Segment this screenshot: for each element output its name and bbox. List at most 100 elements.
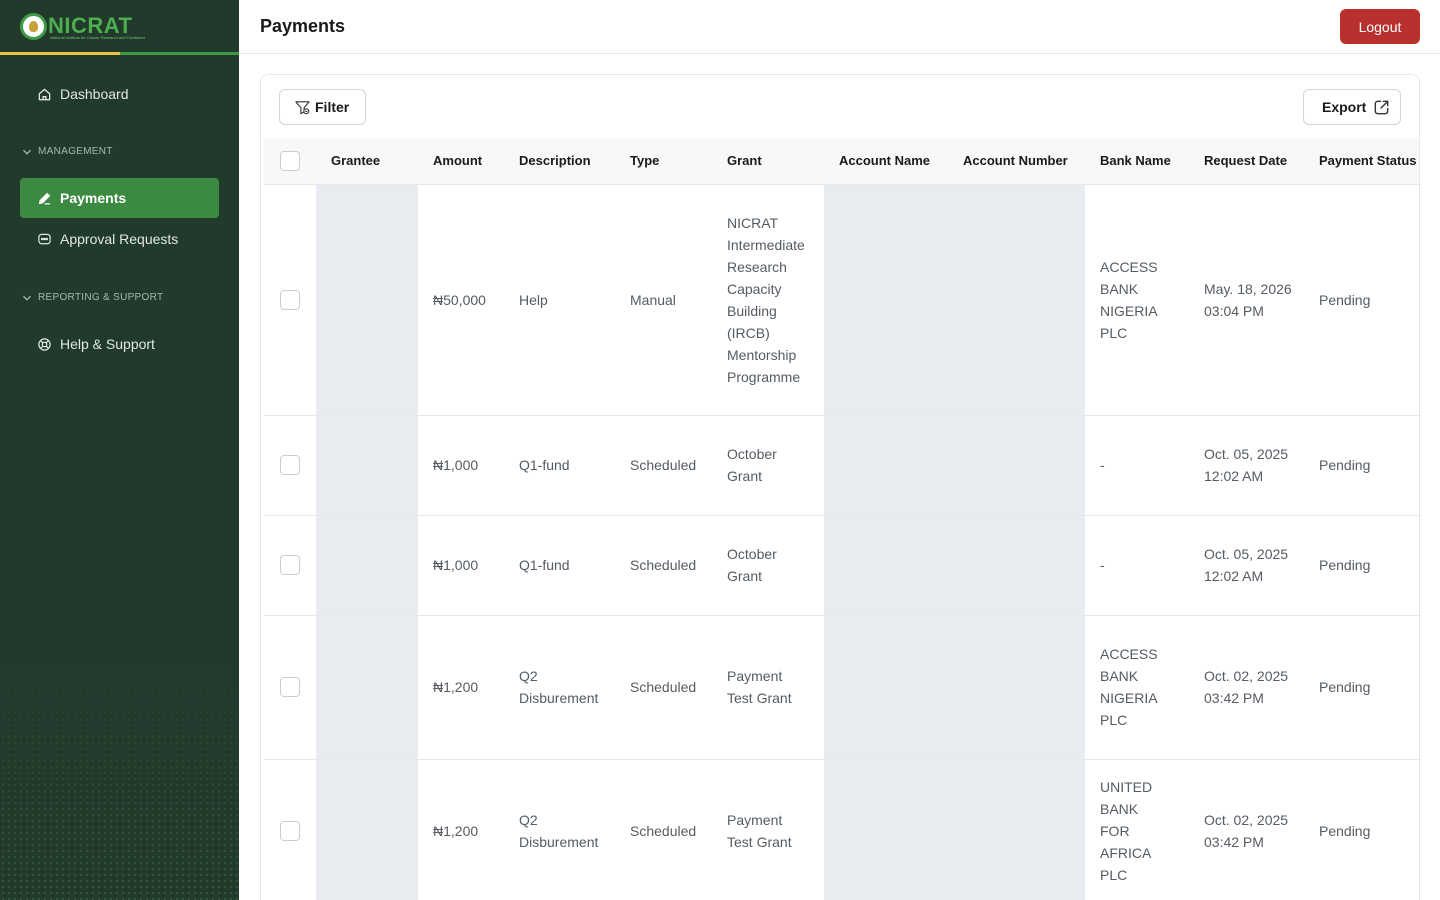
row-checkbox[interactable] bbox=[280, 455, 300, 475]
account-name-cell bbox=[824, 415, 948, 516]
row-select-cell bbox=[263, 415, 316, 516]
grant-cell: Payment Test Grant bbox=[712, 615, 824, 760]
request-date-cell: Oct. 02, 2025 03:42 PM bbox=[1189, 615, 1304, 760]
sidebar-item-label: Dashboard bbox=[60, 86, 129, 102]
payment-status-cell: Pending bbox=[1304, 184, 1419, 416]
select-all-checkbox[interactable] bbox=[280, 150, 300, 171]
amount-cell: ₦1,200 bbox=[418, 759, 504, 900]
description-cell: Q2 Disburement bbox=[504, 759, 615, 900]
grantee-cell bbox=[316, 184, 418, 416]
grant-cell: October Grant bbox=[712, 515, 824, 616]
row-checkbox[interactable] bbox=[280, 555, 300, 575]
description-cell: Q1-fund bbox=[504, 515, 615, 616]
column-header[interactable]: Bank Name bbox=[1085, 138, 1189, 185]
account-number-cell bbox=[948, 184, 1085, 416]
account-name-cell bbox=[824, 184, 948, 416]
type-cell: Scheduled bbox=[615, 615, 712, 760]
row-select-cell bbox=[263, 515, 316, 616]
logo-emblem-icon bbox=[20, 13, 47, 40]
sidebar-item-label: Payments bbox=[60, 190, 127, 206]
description-cell: Q2 Disburement bbox=[504, 615, 615, 760]
payment-status-cell: Pending bbox=[1304, 415, 1419, 516]
type-cell: Scheduled bbox=[615, 759, 712, 900]
sidebar-item-label: Approval Requests bbox=[60, 231, 179, 247]
chevron-down-icon bbox=[22, 147, 32, 157]
sidebar-item-approval-requests[interactable]: Approval Requests bbox=[20, 219, 219, 259]
amount-cell: ₦1,000 bbox=[418, 515, 504, 616]
sidebar-item-dashboard[interactable]: Dashboard bbox=[20, 74, 219, 114]
table-row[interactable]: ₦1,200 Q2 Disburement Scheduled Payment … bbox=[263, 759, 1419, 900]
filter-label: Filter bbox=[315, 99, 350, 115]
column-header[interactable]: Grantee bbox=[316, 138, 418, 185]
bank-name-cell: ACCESS BANK NIGERIA PLC bbox=[1085, 615, 1189, 760]
request-date-cell: Oct. 02, 2025 03:42 PM bbox=[1189, 759, 1304, 900]
column-header[interactable]: Grant bbox=[712, 138, 824, 185]
home-icon bbox=[36, 86, 52, 102]
row-select-cell bbox=[263, 759, 316, 900]
section-label: MANAGEMENT bbox=[38, 146, 113, 157]
payment-status-cell: Pending bbox=[1304, 615, 1419, 760]
logout-button[interactable]: Logout bbox=[1340, 9, 1420, 44]
table-row[interactable]: ₦50,000 Help Manual NICRAT Intermediate … bbox=[263, 184, 1419, 416]
table-row[interactable]: ₦1,000 Q1-fund Scheduled October Grant -… bbox=[263, 415, 1419, 516]
grantee-cell bbox=[316, 415, 418, 516]
account-number-cell bbox=[948, 515, 1085, 616]
description-cell: Help bbox=[504, 184, 615, 416]
payments-table: Grantee Amount Description Type Grant Ac… bbox=[263, 138, 1419, 900]
bank-name-cell: - bbox=[1085, 515, 1189, 616]
external-link-icon bbox=[1372, 98, 1391, 117]
sidebar-item-label: Help & Support bbox=[60, 336, 155, 352]
type-cell: Scheduled bbox=[615, 415, 712, 516]
amount-cell: ₦50,000 bbox=[418, 184, 504, 416]
grant-cell: October Grant bbox=[712, 415, 824, 516]
page-title: Payments bbox=[260, 16, 346, 36]
column-header[interactable]: Description bbox=[504, 138, 615, 185]
chevron-down-icon bbox=[22, 293, 32, 303]
request-date-cell: Oct. 05, 2025 12:02 AM bbox=[1189, 415, 1304, 516]
row-checkbox[interactable] bbox=[280, 289, 300, 310]
column-header[interactable]: Type bbox=[615, 138, 712, 185]
chat-icon bbox=[36, 231, 52, 247]
column-header[interactable]: Request Date bbox=[1189, 138, 1304, 185]
sidebar-item-payments[interactable]: Payments bbox=[20, 178, 219, 218]
column-header[interactable]: Account Name bbox=[824, 138, 948, 185]
row-checkbox[interactable] bbox=[280, 677, 300, 697]
logo-subtitle: National Institute for Cancer Research a… bbox=[50, 35, 145, 40]
type-cell: Manual bbox=[615, 184, 712, 416]
section-reporting-support[interactable]: REPORTING & SUPPORT bbox=[22, 292, 163, 303]
table-row[interactable]: ₦1,200 Q2 Disburement Scheduled Payment … bbox=[263, 615, 1419, 760]
amount-cell: ₦1,200 bbox=[418, 615, 504, 760]
filter-icon bbox=[294, 99, 311, 116]
sidebar-dot-pattern bbox=[0, 650, 239, 900]
filter-button[interactable]: Filter bbox=[279, 89, 366, 125]
payments-table-wrapper: Grantee Amount Description Type Grant Ac… bbox=[263, 138, 1419, 900]
bank-name-cell: ACCESS BANK NIGERIA PLC bbox=[1085, 184, 1189, 416]
grant-cell: NICRAT Intermediate Research Capacity Bu… bbox=[712, 184, 824, 416]
pen-icon bbox=[36, 190, 52, 206]
payments-card: Filter Export Grantee Amount Description… bbox=[260, 74, 1420, 900]
row-checkbox[interactable] bbox=[280, 821, 300, 841]
row-select-cell bbox=[263, 184, 316, 416]
table-header-row: Grantee Amount Description Type Grant Ac… bbox=[263, 138, 1419, 185]
account-name-cell bbox=[824, 759, 948, 900]
grant-cell: Payment Test Grant bbox=[712, 759, 824, 900]
description-cell: Q1-fund bbox=[504, 415, 615, 516]
table-row[interactable]: ₦1,000 Q1-fund Scheduled October Grant -… bbox=[263, 515, 1419, 616]
export-button[interactable]: Export bbox=[1303, 89, 1401, 125]
sidebar: NICRAT National Institute for Cancer Res… bbox=[0, 0, 239, 900]
account-name-cell bbox=[824, 515, 948, 616]
account-number-cell bbox=[948, 415, 1085, 516]
column-header[interactable]: Account Number bbox=[948, 138, 1085, 185]
account-number-cell bbox=[948, 615, 1085, 760]
column-header[interactable]: Amount bbox=[418, 138, 504, 185]
sidebar-item-help-support[interactable]: Help & Support bbox=[20, 324, 219, 364]
grantee-cell bbox=[316, 515, 418, 616]
bank-name-cell: - bbox=[1085, 415, 1189, 516]
section-management[interactable]: MANAGEMENT bbox=[22, 146, 113, 157]
logo[interactable]: NICRAT National Institute for Cancer Res… bbox=[0, 0, 239, 55]
select-all-cell bbox=[263, 138, 316, 185]
column-header[interactable]: Payment Status bbox=[1304, 138, 1419, 185]
grantee-cell bbox=[316, 615, 418, 760]
row-select-cell bbox=[263, 615, 316, 760]
grantee-cell bbox=[316, 759, 418, 900]
